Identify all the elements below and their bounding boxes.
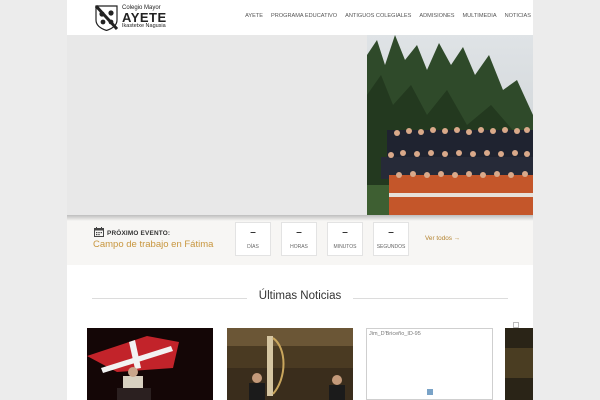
- broken-image-icon: [427, 389, 433, 395]
- countdown-minutes: – MINUTOS: [327, 222, 363, 256]
- countdown-seconds-value: –: [388, 227, 394, 238]
- page-container: Colegio Mayor AYETE Ikastetxe Nagusia AY…: [67, 0, 533, 400]
- countdown-seconds: – SEGUNDOS: [373, 222, 409, 256]
- countdown-minutes-value: –: [342, 227, 348, 238]
- news-card-broken-image[interactable]: Jim_D'Briceño_ID-95: [366, 328, 493, 400]
- countdown-days: – DÍAS: [235, 222, 271, 256]
- calendar-icon: [94, 227, 104, 237]
- crest-logo-icon: [95, 4, 118, 31]
- hero-shadow: [67, 215, 533, 221]
- countdown-hours-label: HORAS: [290, 244, 308, 250]
- choir-group-photo: [367, 35, 533, 215]
- countdown: – DÍAS – HORAS – MINUTOS – SEGUNDOS: [235, 222, 419, 256]
- news-card-partial[interactable]: [505, 328, 533, 400]
- flag-photo: [87, 328, 213, 400]
- broken-image-alt-text: Jim_D'Briceño_ID-95: [369, 331, 421, 337]
- logo-text: Colegio Mayor AYETE Ikastetxe Nagusia: [122, 5, 167, 30]
- hero-slider[interactable]: [67, 35, 533, 215]
- slider-blank-panel: [67, 35, 367, 215]
- site-header: Colegio Mayor AYETE Ikastetxe Nagusia AY…: [67, 0, 533, 35]
- nav-item-programa-educativo[interactable]: PROGRAMA EDUCATIVO: [271, 13, 337, 19]
- main-nav: AYETE PROGRAMA EDUCATIVO ANTIGUOS COLEGI…: [237, 13, 531, 19]
- countdown-minutes-label: MINUTOS: [333, 244, 357, 250]
- news-heading: Últimas Noticias: [258, 290, 342, 302]
- nav-item-multimedia[interactable]: MULTIMEDIA: [462, 13, 496, 19]
- countdown-days-label: DÍAS: [247, 244, 259, 250]
- event-label: PRÓXIMO EVENTO:: [107, 230, 171, 237]
- site-logo[interactable]: Colegio Mayor AYETE Ikastetxe Nagusia: [95, 4, 167, 31]
- news-card-flag[interactable]: [87, 328, 213, 400]
- nav-item-ayete[interactable]: AYETE: [245, 13, 263, 19]
- concert-photo: [227, 328, 353, 400]
- partial-photo: [505, 328, 533, 400]
- logo-bottom-line: Ikastetxe Nagusia: [122, 23, 166, 30]
- event-title-link[interactable]: Campo de trabajo en Fátima: [93, 239, 213, 250]
- nav-item-noticias[interactable]: NOTICIAS: [505, 13, 531, 19]
- choir-members: [381, 127, 533, 215]
- see-all-events-link[interactable]: Ver todos →: [425, 235, 460, 242]
- countdown-hours: – HORAS: [281, 222, 317, 256]
- countdown-seconds-label: SEGUNDOS: [376, 244, 406, 250]
- nav-item-antiguos-colegiales[interactable]: ANTIGUOS COLEGIALES: [345, 13, 411, 19]
- latest-news-section: Últimas Noticias Jim_D'Briceño_ID-95: [67, 265, 533, 400]
- next-event-bar: PRÓXIMO EVENTO: Campo de trabajo en Fáti…: [67, 215, 533, 265]
- countdown-days-value: –: [250, 227, 256, 238]
- news-card-concert[interactable]: [227, 328, 353, 400]
- countdown-hours-value: –: [296, 227, 302, 238]
- nav-item-admisiones[interactable]: ADMISIONES: [419, 13, 454, 19]
